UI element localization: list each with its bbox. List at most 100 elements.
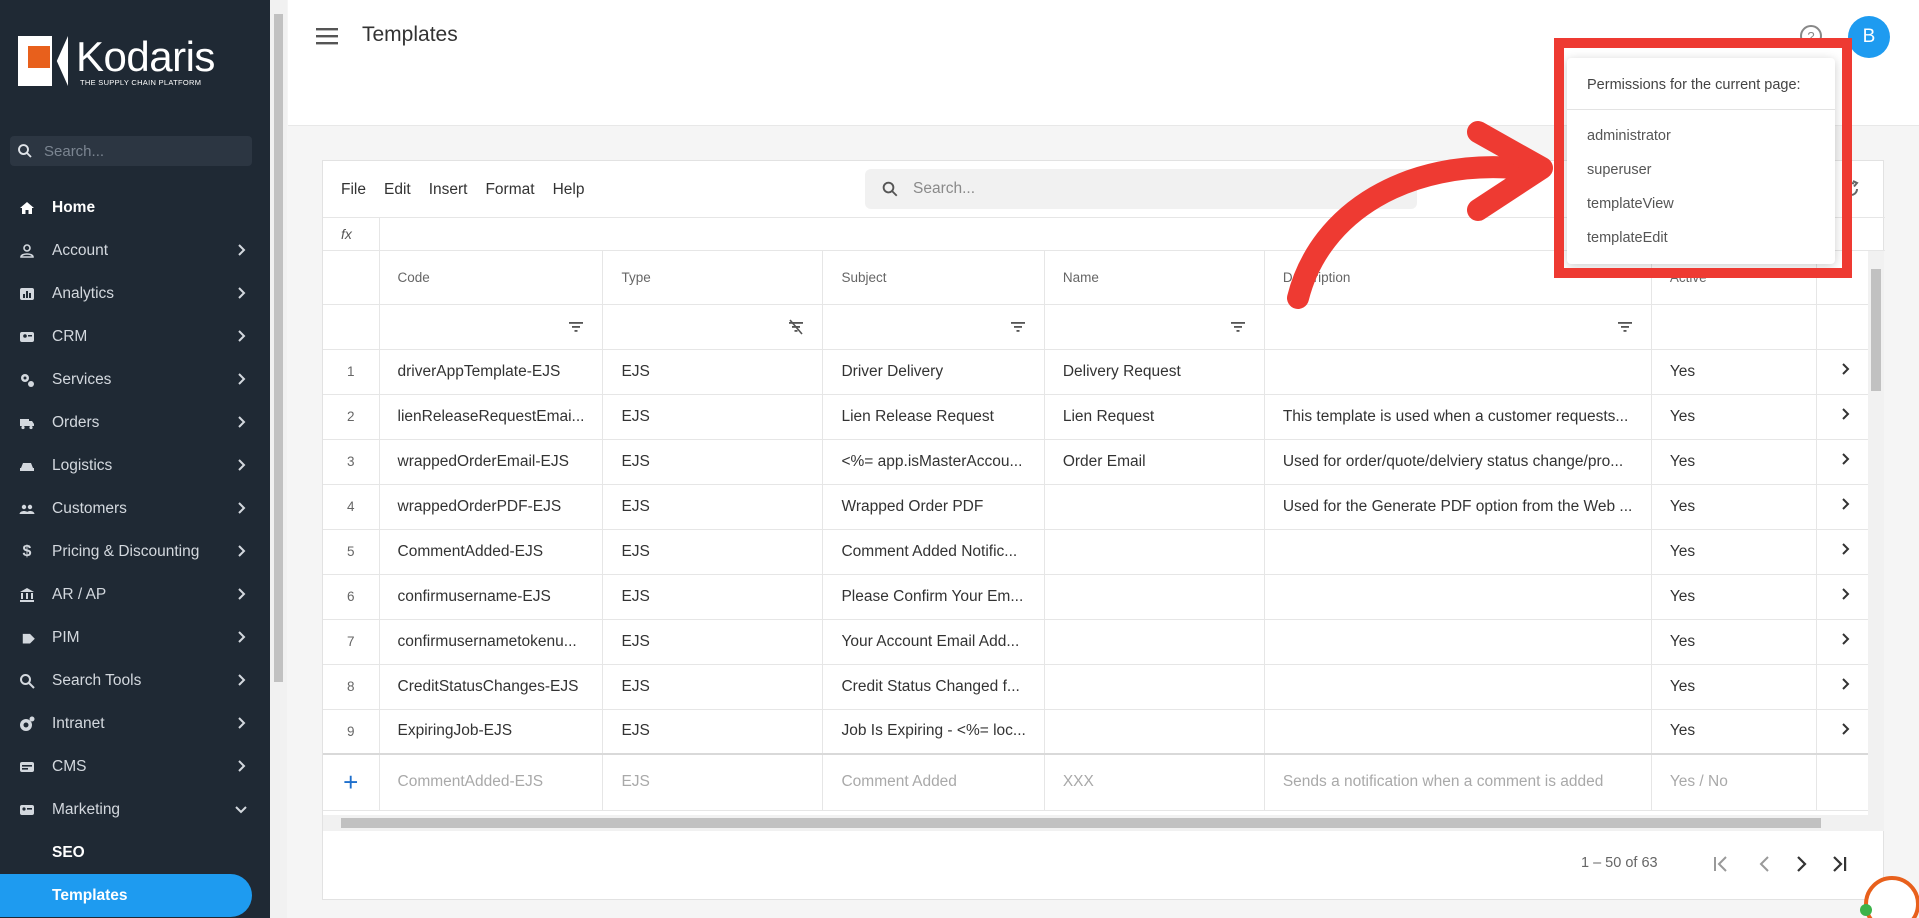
cell-name[interactable] (1044, 574, 1265, 620)
cell-subject[interactable]: Wrapped Order PDF (822, 484, 1045, 530)
filter-icon[interactable] (1617, 319, 1633, 335)
cell-code[interactable]: CreditStatusChanges-EJS (379, 664, 604, 710)
cell-type[interactable]: EJS (602, 484, 824, 530)
sidebar-item-customers[interactable]: Customers (0, 487, 270, 530)
table-row[interactable]: 8 CreditStatusChanges-EJS EJS Credit Status… (323, 664, 1874, 710)
column-header-type[interactable]: Type (602, 251, 824, 305)
sidebar-scrollbar[interactable] (270, 0, 287, 918)
cell-type[interactable]: EJS (602, 574, 824, 620)
sidebar-item-orders[interactable]: Orders (0, 401, 270, 444)
sidebar-item-cms[interactable]: CMS (0, 745, 270, 788)
cell-active[interactable]: Yes (1651, 619, 1817, 665)
open-row-button[interactable] (1816, 709, 1874, 755)
new-row[interactable]: + CommentAdded-EJS EJS Comment Added XXX… (323, 753, 1874, 811)
cell-active[interactable]: Yes (1651, 439, 1817, 485)
cell-name[interactable] (1044, 664, 1265, 710)
cell-name[interactable]: Order Email (1044, 439, 1265, 485)
cell-description[interactable] (1264, 664, 1652, 710)
table-row[interactable]: 4 wrappedOrderPDF-EJS EJS Wrapped Order PDF… (323, 484, 1874, 530)
sidebar-search[interactable] (10, 136, 252, 166)
filter-icon[interactable] (568, 319, 584, 335)
table-row[interactable]: 1 driverAppTemplate-EJS EJS Driver Delivery… (323, 349, 1874, 395)
cell-name[interactable] (1044, 619, 1265, 665)
cell-description[interactable]: Used for the Generate PDF option from th… (1264, 484, 1652, 530)
grid-horizontal-scrollbar[interactable] (323, 815, 1868, 831)
grid-vertical-scrollbar[interactable] (1868, 251, 1884, 831)
last-page-icon[interactable] (1829, 853, 1849, 875)
cell-type[interactable]: EJS (602, 529, 824, 575)
cell-description[interactable] (1264, 574, 1652, 620)
sidebar-subitem-seo[interactable]: SEO (0, 831, 270, 874)
cell-type[interactable]: EJS (602, 709, 824, 755)
cell-subject[interactable]: <%= app.isMasterAccou... (822, 439, 1045, 485)
new-row-name[interactable]: XXX (1044, 753, 1265, 811)
new-row-type[interactable]: EJS (602, 753, 824, 811)
table-row[interactable]: 9 ExpiringJob-EJS EJS Job Is Expiring - <%=… (323, 709, 1874, 755)
sidebar-item-intranet[interactable]: Intranet (0, 702, 270, 745)
cell-subject[interactable]: Your Account Email Add... (822, 619, 1045, 665)
cell-active[interactable]: Yes (1651, 394, 1817, 440)
cell-type[interactable]: EJS (602, 349, 824, 395)
column-header-name[interactable]: Name (1044, 251, 1265, 305)
cell-active[interactable]: Yes (1651, 529, 1817, 575)
previous-page-icon[interactable] (1755, 853, 1775, 875)
menu-file[interactable]: File (341, 181, 366, 199)
first-page-icon[interactable] (1711, 853, 1731, 875)
cell-description[interactable] (1264, 619, 1652, 665)
open-row-button[interactable] (1816, 349, 1874, 395)
cell-code[interactable]: confirmusername-EJS (379, 574, 604, 620)
cell-name[interactable] (1044, 529, 1265, 575)
new-row-description[interactable]: Sends a notification when a comment is a… (1264, 753, 1652, 811)
column-header-code[interactable]: Code (379, 251, 604, 305)
table-row[interactable]: 7 confirmusernametokenu... EJS Your Account… (323, 619, 1874, 665)
sidebar-item-ar-ap[interactable]: AR / AP (0, 573, 270, 616)
cell-code[interactable]: driverAppTemplate-EJS (379, 349, 604, 395)
next-page-icon[interactable] (1791, 853, 1811, 875)
chat-widget-button[interactable] (1864, 876, 1919, 918)
cell-type[interactable]: EJS (602, 619, 824, 665)
menu-edit[interactable]: Edit (384, 181, 411, 199)
sidebar-item-home[interactable]: Home (0, 186, 270, 229)
cell-code[interactable]: wrappedOrderEmail-EJS (379, 439, 604, 485)
cell-active[interactable]: Yes (1651, 484, 1817, 530)
menu-help[interactable]: Help (553, 181, 585, 199)
sidebar-item-logistics[interactable]: Logistics (0, 444, 270, 487)
cell-active[interactable]: Yes (1651, 709, 1817, 755)
cell-name[interactable]: Delivery Request (1044, 349, 1265, 395)
cell-description[interactable] (1264, 349, 1652, 395)
hamburger-menu-icon[interactable] (316, 26, 338, 46)
open-row-button[interactable] (1816, 574, 1874, 620)
cell-code[interactable]: ExpiringJob-EJS (379, 709, 604, 755)
open-row-button[interactable] (1816, 439, 1874, 485)
cell-active[interactable]: Yes (1651, 664, 1817, 710)
cell-name[interactable]: Lien Request (1044, 394, 1265, 440)
cell-active[interactable]: Yes (1651, 349, 1817, 395)
open-row-button[interactable] (1816, 484, 1874, 530)
cell-code[interactable]: confirmusernametokenu... (379, 619, 604, 665)
menu-insert[interactable]: Insert (429, 181, 468, 199)
sidebar-item-marketing[interactable]: Marketing (0, 788, 270, 831)
filter-off-icon[interactable] (788, 318, 804, 335)
sidebar-item-services[interactable]: Services (0, 358, 270, 401)
cell-subject[interactable]: Please Confirm Your Em... (822, 574, 1045, 620)
open-row-button[interactable] (1816, 529, 1874, 575)
cell-subject[interactable]: Credit Status Changed f... (822, 664, 1045, 710)
add-row-button[interactable]: + (323, 753, 380, 811)
cell-code[interactable]: CommentAdded-EJS (379, 529, 604, 575)
cell-type[interactable]: EJS (602, 439, 824, 485)
sidebar-item-crm[interactable]: CRM (0, 315, 270, 358)
open-row-button[interactable] (1816, 619, 1874, 665)
cell-code[interactable]: wrappedOrderPDF-EJS (379, 484, 604, 530)
filter-icon[interactable] (1010, 319, 1026, 335)
cell-description[interactable]: This template is used when a customer re… (1264, 394, 1652, 440)
sidebar-subitem-templates[interactable]: Templates (0, 874, 252, 917)
filter-icon[interactable] (1230, 319, 1246, 335)
sidebar-item-account[interactable]: Account (0, 229, 270, 272)
cell-active[interactable]: Yes (1651, 574, 1817, 620)
cell-type[interactable]: EJS (602, 394, 824, 440)
column-header-subject[interactable]: Subject (822, 251, 1045, 305)
sidebar-item-search-tools[interactable]: Search Tools (0, 659, 270, 702)
cell-subject[interactable]: Job Is Expiring - <%= loc... (822, 709, 1045, 755)
open-row-button[interactable] (1816, 394, 1874, 440)
cell-subject[interactable]: Comment Added Notific... (822, 529, 1045, 575)
